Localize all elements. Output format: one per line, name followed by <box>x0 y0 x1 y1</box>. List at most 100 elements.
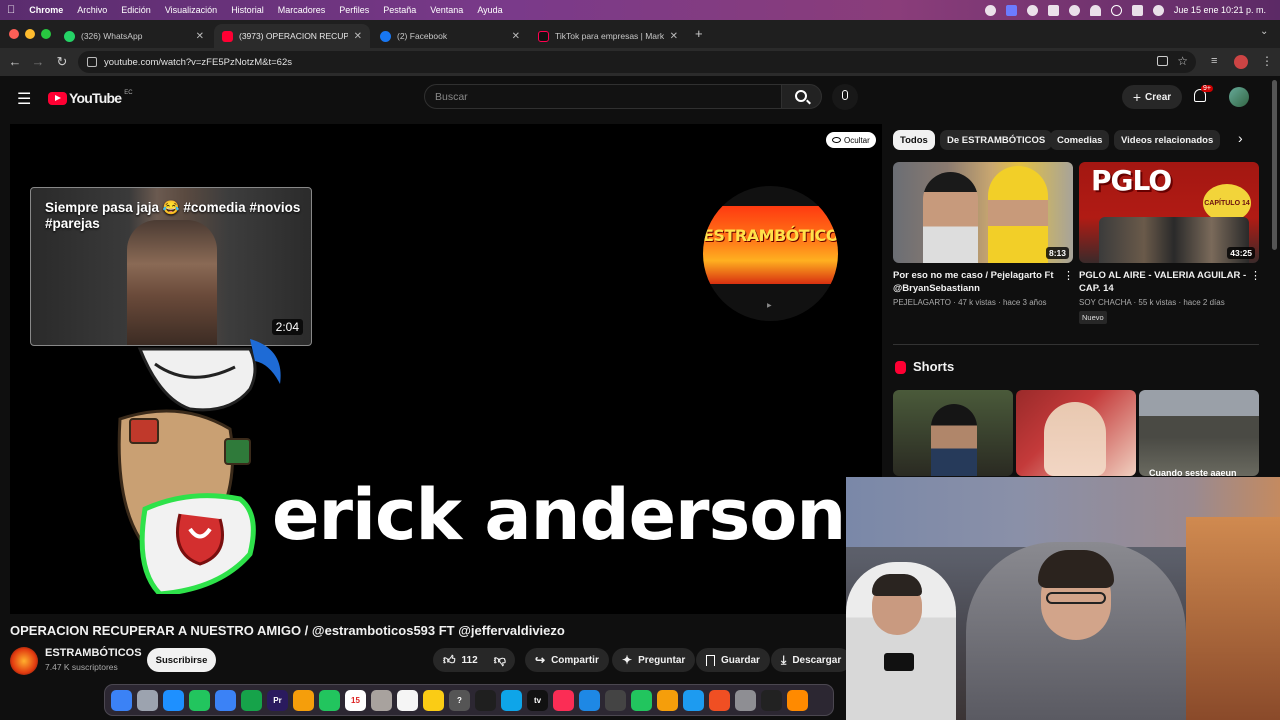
back-button[interactable]: ← <box>7 54 23 69</box>
dock-app-photos-icon[interactable] <box>293 689 314 711</box>
dock-app-maps-icon[interactable] <box>241 689 262 711</box>
dock-app-app-store-icon[interactable] <box>683 689 704 711</box>
recommended-video-thumbnail[interactable]: 8:13 <box>893 162 1073 263</box>
dock-app-contacts-icon[interactable] <box>371 689 392 711</box>
menu-pestana[interactable]: Pestaña <box>376 5 423 15</box>
create-button[interactable]: + Crear <box>1122 85 1182 109</box>
thumbs-down-icon[interactable]: 👎︎ <box>494 653 506 668</box>
tab-tiktok[interactable]: TikTok para empresas | Marke ✕ <box>530 24 686 48</box>
menu-archivo[interactable]: Archivo <box>70 5 114 15</box>
dock-app-facetime-icon[interactable] <box>319 689 340 711</box>
menu-edicion[interactable]: Edición <box>114 5 158 15</box>
dock-app-brave-icon[interactable] <box>709 689 730 711</box>
menubar-clock[interactable]: Jue 15 ene 10:21 p. m. <box>1174 5 1266 15</box>
cast-icon[interactable] <box>1157 56 1168 66</box>
video-player[interactable]: Siempre pasa jaja 😂 #comedia #novios #pa… <box>10 124 882 614</box>
youtube-logo[interactable]: YouTube EC <box>48 90 133 106</box>
endscreen-video-card[interactable]: Siempre pasa jaja 😂 #comedia #novios #pa… <box>30 187 312 346</box>
video-menu-icon[interactable]: ⋮ <box>1250 269 1261 282</box>
dock-app-notes-icon[interactable] <box>423 689 444 711</box>
menu-historial[interactable]: Historial <box>224 5 271 15</box>
recommended-channel[interactable]: SOY CHACHA <box>1079 298 1131 307</box>
close-tab-icon[interactable]: ✕ <box>354 31 362 42</box>
dock-app-finder-icon[interactable] <box>111 689 132 711</box>
save-button[interactable]: Guardar <box>696 648 770 672</box>
menu-marcadores[interactable]: Marcadores <box>271 5 333 15</box>
profile-avatar[interactable] <box>1234 55 1248 69</box>
forward-button[interactable]: → <box>30 54 46 69</box>
endscreen-channel-subscribe[interactable]: ESTRAMBÓTICOS ▶ <box>703 186 838 321</box>
site-info-icon[interactable] <box>87 57 97 67</box>
chip-from-channel[interactable]: De ESTRAMBÓTICOS <box>940 130 1053 150</box>
status-app-icon[interactable] <box>984 4 996 16</box>
menu-app-name[interactable]: Chrome <box>22 5 70 15</box>
dock-app-reminders-icon[interactable] <box>397 689 418 711</box>
dock-app-pages-icon[interactable] <box>657 689 678 711</box>
search-icon[interactable] <box>1110 4 1122 16</box>
recommended-channel[interactable]: PEJELAGARTO <box>893 298 951 307</box>
address-bar[interactable]: youtube.com/watch?v=zFE5PzNotzM&t=62s ☆ <box>78 51 1196 73</box>
zoom-window-button[interactable] <box>41 29 51 39</box>
more-menu-icon[interactable]: ⋮ <box>1261 54 1273 68</box>
menu-visualizacion[interactable]: Visualización <box>158 5 224 15</box>
dock-app-screenshot-icon[interactable] <box>605 689 626 711</box>
close-window-button[interactable] <box>9 29 19 39</box>
share-button[interactable]: ↪ Compartir <box>525 648 609 672</box>
recommended-video-thumbnail[interactable]: PGLO CAPÍTULO 14 43:25 <box>1079 162 1259 263</box>
chip-related[interactable]: Videos relacionados <box>1114 130 1221 150</box>
apple-icon[interactable]:  <box>0 4 22 16</box>
dock-app-settings-icon[interactable] <box>735 689 756 711</box>
chevron-right-icon[interactable]: › <box>1238 130 1243 146</box>
menu-ayuda[interactable]: Ayuda <box>470 5 509 15</box>
dock-app-tips-icon[interactable]: ? <box>449 689 470 711</box>
tab-whatsapp[interactable]: (326) WhatsApp ✕ <box>56 24 212 48</box>
like-button[interactable]: 👍︎ 112 👎︎ <box>433 648 515 672</box>
ask-button[interactable]: ✦ Preguntar <box>612 648 696 672</box>
tab-facebook[interactable]: (2) Facebook ✕ <box>372 24 528 48</box>
new-tab-button[interactable]: + <box>695 26 703 41</box>
video-menu-icon[interactable]: ⋮ <box>1063 269 1074 282</box>
wifi-icon[interactable] <box>1089 4 1101 16</box>
short-thumbnail[interactable]: Cuando seste aaeun <box>1139 390 1259 476</box>
tab-search-icon[interactable]: ⌄ <box>1260 26 1268 37</box>
dock-app-sublime-icon[interactable] <box>787 689 808 711</box>
menu-perfiles[interactable]: Perfiles <box>332 5 376 15</box>
close-tab-icon[interactable]: ✕ <box>196 31 204 42</box>
dock-app-premiere-icon[interactable]: Pr <box>267 689 288 711</box>
dock-app-keynote-icon[interactable] <box>579 689 600 711</box>
control-center-icon[interactable] <box>1131 4 1143 16</box>
dock-app-music-icon[interactable] <box>553 689 574 711</box>
search-button[interactable] <box>781 84 822 109</box>
menu-ventana[interactable]: Ventana <box>423 5 470 15</box>
chip-all[interactable]: Todos <box>893 130 935 150</box>
dock-app-messages-icon[interactable] <box>189 689 210 711</box>
channel-avatar[interactable] <box>10 647 38 675</box>
voice-search-button[interactable] <box>832 84 858 110</box>
siri-icon[interactable] <box>1152 4 1164 16</box>
short-thumbnail[interactable] <box>1016 390 1136 476</box>
notifications-button[interactable]: 9+ <box>1192 85 1213 107</box>
bookmark-star-icon[interactable]: ☆ <box>1177 54 1188 68</box>
dock-app-launchpad-icon[interactable] <box>137 689 158 711</box>
dock-app-chatgpt-icon[interactable] <box>475 689 496 711</box>
short-thumbnail[interactable] <box>893 390 1013 476</box>
dock-app-numbers-icon[interactable] <box>631 689 652 711</box>
dock-app-terminal-icon[interactable] <box>761 689 782 711</box>
minimize-window-button[interactable] <box>25 29 35 39</box>
recommended-video-title[interactable]: PGLO AL AIRE - VALERIA AGUILAR - CAP. 14 <box>1079 269 1247 295</box>
status-screen-icon[interactable] <box>1005 4 1017 16</box>
search-input[interactable]: Buscar <box>424 84 782 109</box>
channel-name[interactable]: ESTRAMBÓTICOS <box>45 647 142 659</box>
dock-app-safari-icon[interactable] <box>163 689 184 711</box>
hide-endscreen-button[interactable]: Ocultar <box>826 132 876 148</box>
hamburger-menu-icon[interactable]: ☰ <box>17 89 31 109</box>
page-scrollbar[interactable] <box>1272 80 1277 250</box>
recommended-video-title[interactable]: Por eso no me caso / Pejelagarto Ft @Bry… <box>893 269 1061 295</box>
reload-button[interactable]: ↻ <box>54 54 70 70</box>
status-vpn-icon[interactable] <box>1068 4 1080 16</box>
account-avatar[interactable] <box>1229 87 1249 107</box>
close-tab-icon[interactable]: ✕ <box>670 31 678 42</box>
status-tool-icon[interactable] <box>1047 4 1059 16</box>
dock-app-freeform-icon[interactable] <box>501 689 522 711</box>
dock-app-tv-icon[interactable]: tv <box>527 689 548 711</box>
